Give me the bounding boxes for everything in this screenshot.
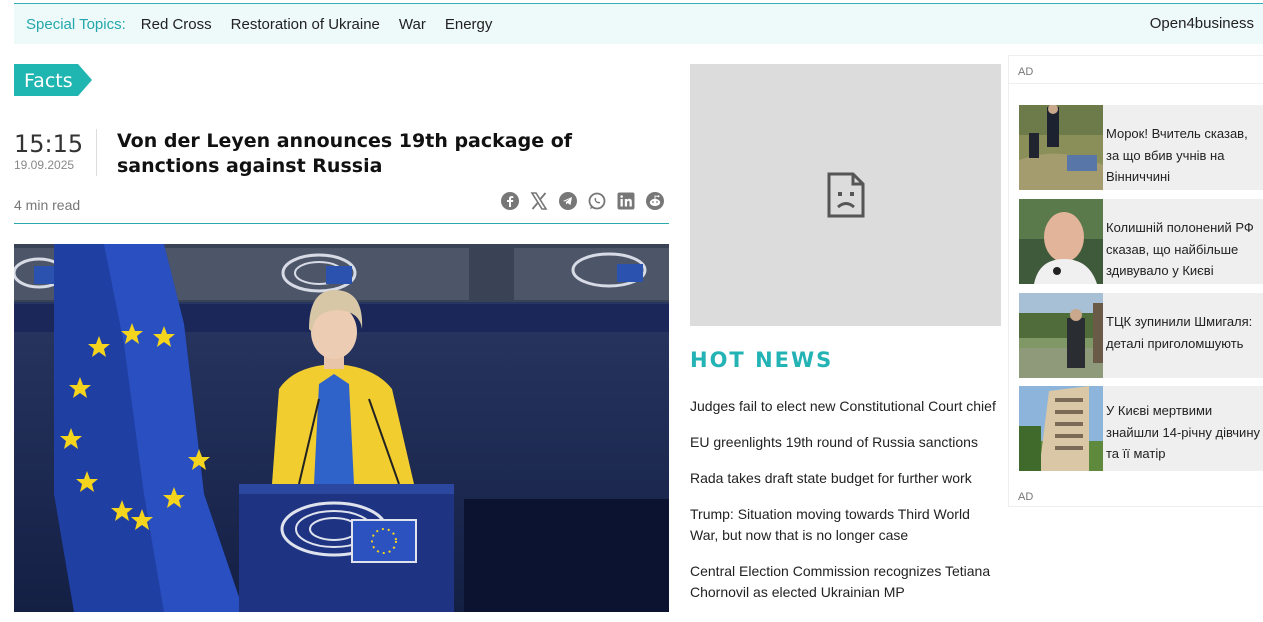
time-divider	[96, 129, 97, 176]
linkedin-icon[interactable]	[616, 191, 636, 211]
hot-news-item[interactable]: Central Election Commission recognizes T…	[690, 561, 1000, 603]
open4business-link[interactable]: Open4business	[1150, 15, 1254, 32]
hot-news-item[interactable]: Rada takes draft state budget for furthe…	[690, 468, 1000, 489]
ad-card-text: Морок! Вчитель сказав, за що вбив учнів …	[1106, 126, 1248, 184]
article-time: 15:15	[14, 130, 84, 158]
broken-ad-placeholder	[690, 64, 1001, 326]
facebook-icon[interactable]	[500, 191, 520, 211]
whatsapp-icon[interactable]	[587, 191, 607, 211]
ad-thumbnail	[1019, 105, 1103, 190]
broken-file-icon	[827, 172, 864, 218]
ad-card-text: ТЦК зупинили Шмигаля: деталі приголомшую…	[1106, 314, 1253, 351]
ad-card[interactable]: ТЦК зупинили Шмигаля: деталі приголомшую…	[1019, 293, 1263, 378]
ad-divider	[1009, 83, 1263, 84]
x-icon[interactable]	[529, 191, 549, 211]
ad-label: AD	[1018, 66, 1034, 78]
article-date: 19.09.2025	[14, 158, 75, 172]
ad-card-text: У Києві мертвими знайшли 14-річну дівчин…	[1106, 403, 1261, 461]
topic-link-war[interactable]: War	[399, 16, 426, 33]
ad-label: AD	[1018, 491, 1034, 503]
topic-link-red-cross[interactable]: Red Cross	[141, 16, 212, 33]
ad-card[interactable]: Морок! Вчитель сказав, за що вбив учнів …	[1019, 105, 1263, 190]
read-time: 4 min read	[14, 197, 81, 213]
article-main-photo	[14, 244, 669, 612]
hot-news-item[interactable]: Trump: Situation moving towards Third Wo…	[690, 504, 1000, 546]
topic-link-energy[interactable]: Energy	[445, 16, 493, 33]
special-topics-bar: Special Topics: Red Cross Restoration of…	[14, 3, 1263, 44]
article-title: Von der Leyen announces 19th package of …	[117, 130, 573, 177]
share-buttons	[500, 191, 665, 211]
reddit-icon[interactable]	[645, 191, 665, 211]
topic-link-restoration-of-ukraine[interactable]: Restoration of Ukraine	[231, 16, 380, 33]
special-topics-label: Special Topics:	[26, 15, 126, 33]
hot-news-item[interactable]: EU greenlights 19th round of Russia sanc…	[690, 432, 1000, 453]
ad-card[interactable]: У Києві мертвими знайшли 14-річну дівчин…	[1019, 386, 1263, 471]
sidebar-ad-block: AD Морок! Вчитель сказав, за що вбив учн…	[1008, 55, 1263, 507]
facts-category-tag[interactable]: Facts	[14, 64, 92, 96]
ad-thumbnail	[1019, 199, 1103, 284]
ad-card[interactable]: Колишній полонений РФ сказав, що найбіль…	[1019, 199, 1263, 284]
hot-news-item[interactable]: Judges fail to elect new Constitutional …	[690, 396, 1000, 417]
ad-thumbnail	[1019, 293, 1103, 378]
hot-news-list: Judges fail to elect new Constitutional …	[690, 396, 1000, 618]
article-header-divider	[14, 223, 669, 224]
telegram-icon[interactable]	[558, 191, 578, 211]
facts-tag-label: Facts	[24, 70, 73, 92]
hot-news-heading: HOT NEWS	[690, 348, 834, 372]
ad-thumbnail	[1019, 386, 1103, 471]
ad-card-text: Колишній полонений РФ сказав, що найбіль…	[1106, 220, 1254, 278]
